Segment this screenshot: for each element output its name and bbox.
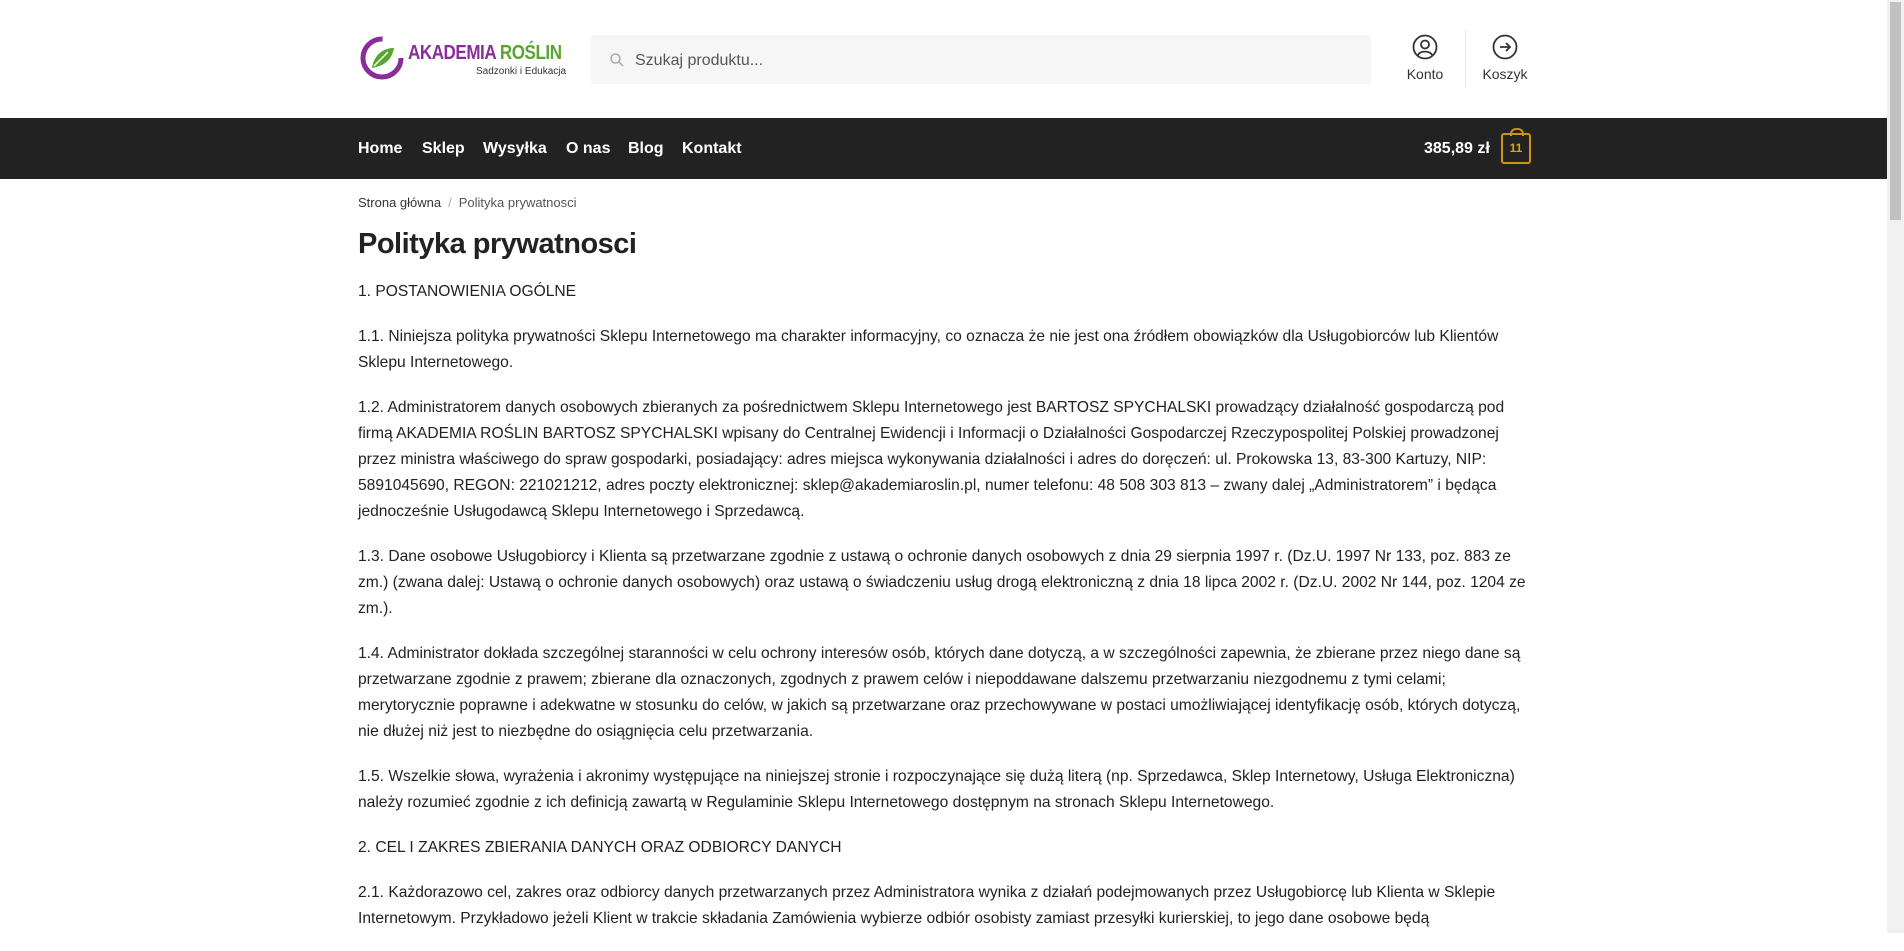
nav-item-home[interactable]: Home <box>358 140 402 158</box>
cart-link[interactable]: Koszyk <box>1475 34 1535 82</box>
breadcrumb-home-link[interactable]: Strona główna <box>358 195 441 210</box>
content-paragraph: 1. POSTANOWIENIA OGÓLNE <box>358 283 577 300</box>
content-paragraph: 1.4. Administrator dokłada szczególnej s… <box>358 645 1521 740</box>
nav-item-kontakt[interactable]: Kontakt <box>682 140 742 158</box>
breadcrumb: Strona główna / Polityka prywatnosci <box>358 195 577 210</box>
cart-total[interactable]: 385,89 zł <box>1424 140 1490 158</box>
content-paragraph: 1.1. Niniejsza polityka prywatności Skle… <box>358 328 1499 371</box>
site-logo[interactable]: AKADEMIA ROŚLIN Sadzonki i Edukacja <box>358 30 566 86</box>
logo-title: AKADEMIA ROŚLIN <box>408 42 562 64</box>
vertical-scrollbar[interactable] <box>1887 0 1904 933</box>
nav-item-blog[interactable]: Blog <box>628 140 664 158</box>
logo-subtitle: Sadzonki i Edukacja <box>476 66 567 77</box>
content-paragraph: 2.1. Każdorazowo cel, zakres oraz odbior… <box>358 884 1496 927</box>
nav-item-o-nas[interactable]: O nas <box>566 140 610 158</box>
content-paragraph: 1.2. Administratorem danych osobowych zb… <box>358 399 1505 520</box>
page-content: 1. POSTANOWIENIA OGÓLNE 1.1. Niniejsza p… <box>358 279 1530 951</box>
leaf-logo-icon <box>360 36 404 80</box>
cart-count-badge[interactable]: 11 <box>1501 128 1531 164</box>
breadcrumb-separator: / <box>448 195 452 210</box>
user-circle-icon <box>1412 34 1438 60</box>
content-paragraph: 1.3. Dane osobowe Usługobiorcy i Klienta… <box>358 548 1526 617</box>
breadcrumb-current: Polityka prywatnosci <box>458 195 577 210</box>
arrow-right-circle-icon <box>1492 34 1518 60</box>
content-paragraph: 1.5. Wszelkie słowa, wyrażenia i akronim… <box>358 768 1515 811</box>
nav-item-wysylka[interactable]: Wysyłka <box>483 140 547 158</box>
header-divider <box>1465 30 1466 88</box>
search-icon <box>610 53 624 67</box>
search-input[interactable] <box>633 35 1357 86</box>
site-header: AKADEMIA ROŚLIN Sadzonki i Edukacja Kont… <box>0 0 1887 118</box>
scrollbar-thumb[interactable] <box>1890 2 1901 220</box>
search-box <box>591 35 1371 86</box>
account-link[interactable]: Konto <box>1395 34 1455 82</box>
content-paragraph: 2. CEL I ZAKRES ZBIERANIA DANYCH ORAZ OD… <box>358 839 842 856</box>
cart-label: Koszyk <box>1482 66 1528 82</box>
nav-item-sklep[interactable]: Sklep <box>422 140 465 158</box>
account-label: Konto <box>1406 66 1444 82</box>
primary-navigation: Home Sklep Wysyłka O nas Blog Kontakt 38… <box>0 118 1887 179</box>
page-title: Polityka prywatnosci <box>358 228 637 260</box>
